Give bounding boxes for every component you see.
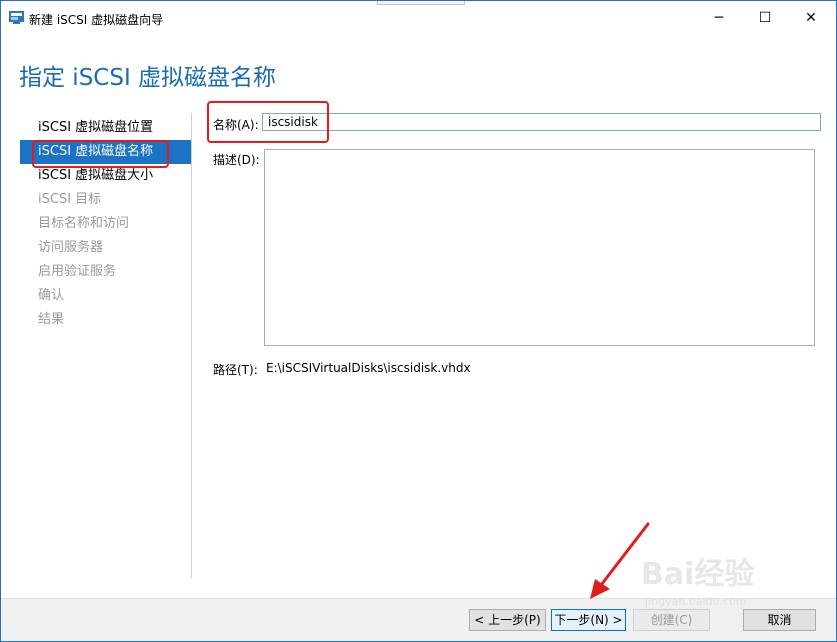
nav-item-confirmation: 确认 bbox=[38, 288, 65, 303]
page-title: 指定 iSCSI 虚拟磁盘名称 bbox=[19, 65, 277, 91]
nav-divider bbox=[191, 113, 192, 578]
server-manager-icon bbox=[9, 11, 24, 24]
path-value: E:\iSCSIVirtualDisks\iscsidisk.vhdx bbox=[266, 361, 471, 375]
watermark-url: jingyan.baidu.com bbox=[645, 595, 747, 608]
nav-item-disk-location[interactable]: iSCSI 虚拟磁盘位置 bbox=[20, 116, 192, 140]
next-button[interactable]: 下一步(N) > bbox=[551, 609, 626, 631]
nav-item-results: 结果 bbox=[38, 312, 65, 327]
back-button[interactable]: < 上一步(P) bbox=[469, 609, 546, 631]
description-textarea[interactable] bbox=[264, 149, 815, 346]
maximize-icon: ☐ bbox=[758, 10, 772, 26]
close-icon: ✕ bbox=[805, 10, 817, 26]
highlight-box-name bbox=[207, 101, 329, 143]
minimize-button[interactable]: ─ bbox=[696, 1, 742, 35]
close-button[interactable]: ✕ bbox=[788, 1, 834, 35]
name-input[interactable]: iscsidisk bbox=[262, 113, 821, 131]
window-title: 新建 iSCSI 虚拟磁盘向导 bbox=[29, 13, 164, 27]
watermark-logo-text: Bai经验 bbox=[641, 557, 755, 592]
nav-item-access-servers: 访问服务器 bbox=[38, 240, 104, 255]
highlight-box-nav bbox=[32, 140, 169, 168]
red-arrow-annotation bbox=[590, 522, 650, 599]
baidu-watermark: Bai经验 jingyan.baidu.com bbox=[641, 549, 801, 619]
nav-item-auth-services: 启用验证服务 bbox=[38, 264, 117, 279]
wizard-window: 新建 iSCSI 虚拟磁盘向导 ─ ☐ ✕ 指定 iSCSI 虚拟磁盘名称 iS… bbox=[0, 0, 837, 642]
minimize-icon: ─ bbox=[714, 10, 724, 26]
nav-item-target-name-access: 目标名称和访问 bbox=[38, 216, 130, 231]
nav-item-iscsi-target: iSCSI 目标 bbox=[38, 192, 102, 207]
top-tab-fragment bbox=[377, 1, 465, 5]
path-label: 路径(T): bbox=[213, 363, 258, 377]
title-bar: 新建 iSCSI 虚拟磁盘向导 ─ ☐ ✕ bbox=[1, 1, 836, 35]
description-label: 描述(D): bbox=[213, 153, 260, 167]
maximize-button[interactable]: ☐ bbox=[742, 1, 788, 35]
